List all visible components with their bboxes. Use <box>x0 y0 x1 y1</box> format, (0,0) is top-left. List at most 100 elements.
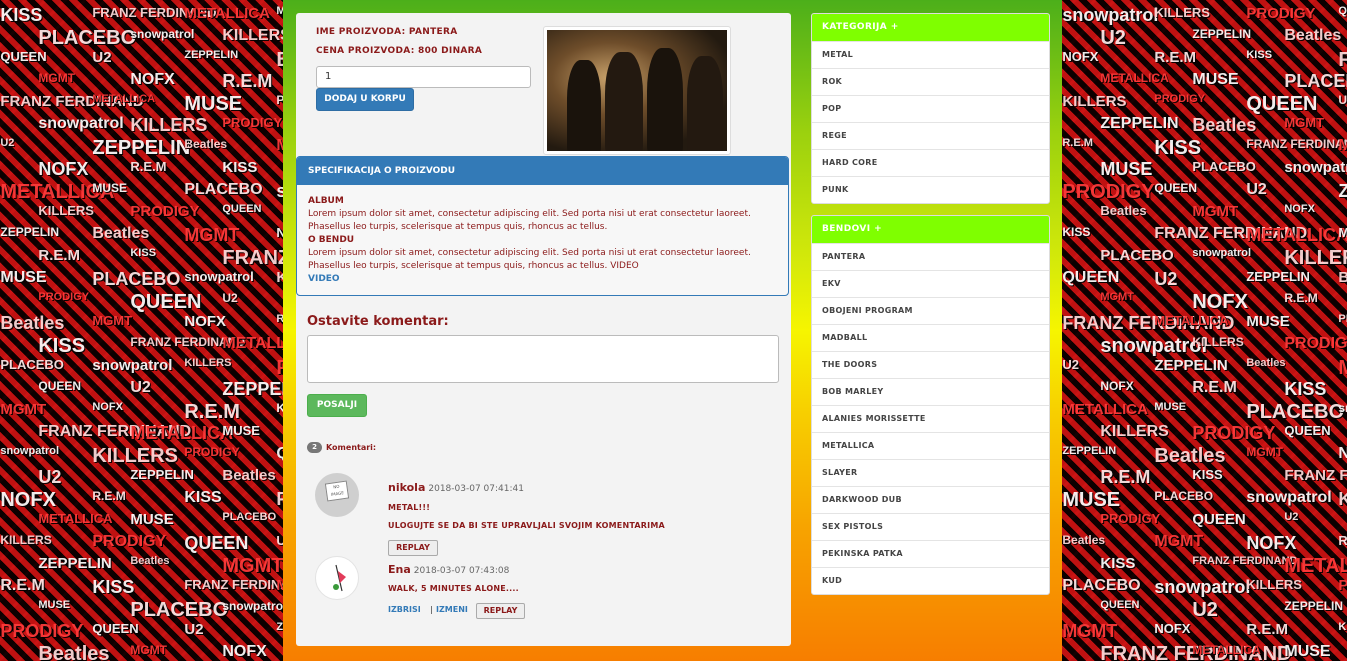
category-item[interactable]: PUNK <box>812 176 1049 203</box>
wallpaper-word: Beatles <box>38 643 110 661</box>
wallpaper-word: ZEPPELIN <box>1338 181 1347 201</box>
wallpaper-word: snowpatrol <box>1338 401 1347 415</box>
wallpaper-word: MUSE <box>0 269 47 286</box>
wallpaper-word: QUEEN <box>1246 93 1318 115</box>
wallpaper-word: ZEPPELIN <box>184 49 239 61</box>
wallpaper-word: snowpatrol <box>130 27 195 41</box>
comment-textarea[interactable] <box>307 335 779 383</box>
band-item[interactable]: SEX PISTOLS <box>812 513 1049 540</box>
wallpaper-word: KISS <box>1192 467 1223 482</box>
wallpaper-word: PLACEBO <box>276 93 283 107</box>
wallpaper-word: KILLERS <box>1154 5 1210 20</box>
wallpaper-word: NOFX <box>184 313 227 330</box>
wallpaper-word: METALLICA <box>1062 401 1148 418</box>
wallpaper-word: MUSE <box>92 181 128 195</box>
wallpaper-word: FRANZ FERDINAND <box>184 577 283 592</box>
wallpaper-word: R.E.M <box>92 489 126 503</box>
wallpaper-word: QUEEN <box>1284 423 1331 438</box>
edit-comment-link[interactable]: IZMENI <box>436 605 468 614</box>
wallpaper-word: NOFX <box>1338 445 1347 462</box>
wallpaper-word: ZEPPELIN <box>222 379 283 399</box>
category-item[interactable]: ROK <box>812 68 1049 95</box>
wallpaper-word: PLACEBO <box>38 27 137 49</box>
band-item[interactable]: SLAYER <box>812 459 1049 486</box>
band-logo-wallpaper-right: snowpatrolKILLERSPRODIGYQUEENU2ZEPPELINB… <box>1062 0 1347 661</box>
add-to-cart-button[interactable]: DODAJ U KORPU <box>316 88 414 111</box>
specification-panel: SPECIFIKACIJA O PROIZVODU ALBUM Lorem ip… <box>296 156 789 296</box>
wallpaper-word: Beatles <box>222 467 276 484</box>
wallpaper-word: FRANZ FERDINAND <box>1246 137 1347 151</box>
wallpaper-word: U2 <box>276 533 283 548</box>
wallpaper-word: PLACEBO <box>0 357 64 372</box>
wallpaper-word: KISS <box>1100 555 1136 572</box>
wallpaper-word: Beatles <box>1246 357 1286 369</box>
band-item[interactable]: PANTERA <box>812 243 1049 270</box>
band-item[interactable]: THE DOORS <box>812 351 1049 378</box>
delete-comment-link[interactable]: IZBRISI <box>388 605 421 614</box>
category-item[interactable]: METAL <box>812 41 1049 68</box>
wallpaper-word: PLACEBO <box>130 599 229 621</box>
submit-comment-button[interactable]: POSALJI <box>307 394 367 417</box>
wallpaper-word: MUSE <box>1284 643 1331 660</box>
wallpaper-word: QUEEN <box>1062 269 1120 286</box>
wallpaper-word: MGMT <box>1246 445 1284 459</box>
wallpaper-word: PLACEBO <box>222 511 277 523</box>
comment-form-label: Ostavite komentar: <box>307 314 449 329</box>
avatar-no-image: NO IMAGE <box>315 473 359 517</box>
category-item[interactable]: POP <box>812 95 1049 122</box>
band-item[interactable]: EKV <box>812 270 1049 297</box>
reply-button[interactable]: REPLAY <box>476 603 525 619</box>
wallpaper-word: U2 <box>130 379 151 396</box>
wallpaper-word: U2 <box>38 467 62 487</box>
wallpaper-word: NOFX <box>276 225 283 240</box>
product-image <box>543 26 731 155</box>
reply-button[interactable]: REPLAY <box>388 540 438 556</box>
band-item[interactable]: MADBALL <box>812 324 1049 351</box>
band-item[interactable]: PEKINSKA PATKA <box>812 540 1049 567</box>
band-description: Lorem ipsum dolor sit amet, consectetur … <box>308 248 751 271</box>
wallpaper-word: KISS <box>0 5 43 25</box>
wallpaper-word: PLACEBO <box>1284 71 1347 91</box>
wallpaper-word: METALLICA <box>130 423 234 443</box>
band-item[interactable]: BOB MARLEY <box>812 378 1049 405</box>
wallpaper-word: MGMT <box>92 313 133 328</box>
wallpaper-word: MGMT <box>38 71 76 85</box>
avatar-ena <box>315 556 359 600</box>
band-item[interactable]: METALLICA <box>812 432 1049 459</box>
wallpaper-word: METALLICA <box>1338 137 1347 154</box>
wallpaper-word: PRODIGY <box>1338 577 1347 594</box>
wallpaper-word: MGMT <box>1192 203 1239 220</box>
wallpaper-word: Beatles <box>92 225 150 242</box>
specification-heading: SPECIFIKACIJA O PROIZVODU <box>297 157 788 185</box>
category-item[interactable]: HARD CORE <box>812 149 1049 176</box>
band-item[interactable]: DARKWOOD DUB <box>812 486 1049 513</box>
video-link[interactable]: VIDEO <box>308 274 340 284</box>
wallpaper-word: FRANZ FERDINAND <box>1284 467 1347 484</box>
wallpaper-word: Beatles <box>1338 269 1347 286</box>
wallpaper-word: NOFX <box>130 71 175 88</box>
wallpaper-word: ZEPPELIN <box>1246 269 1310 284</box>
wallpaper-word: ZEPPELIN <box>1284 599 1344 613</box>
wallpaper-word: METALLICA <box>276 577 283 594</box>
wallpaper-word: PLACEBO <box>184 181 263 198</box>
band-item[interactable]: KUD <box>812 567 1049 594</box>
category-item[interactable]: REGE <box>812 122 1049 149</box>
wallpaper-word: R.E.M <box>0 577 45 594</box>
wallpaper-word: KILLERS <box>1284 247 1347 269</box>
band-item[interactable]: OBOJENI PROGRAM <box>812 297 1049 324</box>
wallpaper-word: NOFX <box>1154 621 1191 636</box>
wallpaper-word: QUEEN <box>0 49 47 64</box>
wallpaper-word: PRODIGY <box>222 115 283 130</box>
action-separator: | <box>430 605 433 614</box>
wallpaper-word: MGMT <box>130 643 168 657</box>
wallpaper-word: QUEEN <box>1100 599 1140 611</box>
comment-author-name: nikola <box>388 481 426 494</box>
categories-heading-label: KATEGORIJA <box>822 22 888 32</box>
comment-author: Ena 2018-03-07 07:43:08 <box>388 563 509 576</box>
wallpaper-word: R.E.M <box>276 313 283 325</box>
wallpaper-word: PRODIGY <box>1246 5 1316 22</box>
wallpaper-word: PLACEBO <box>92 269 181 289</box>
wallpaper-word: MGMT <box>1284 115 1325 130</box>
quantity-input[interactable]: 1 <box>316 66 531 88</box>
band-item[interactable]: ALANIES MORISSETTE <box>812 405 1049 432</box>
